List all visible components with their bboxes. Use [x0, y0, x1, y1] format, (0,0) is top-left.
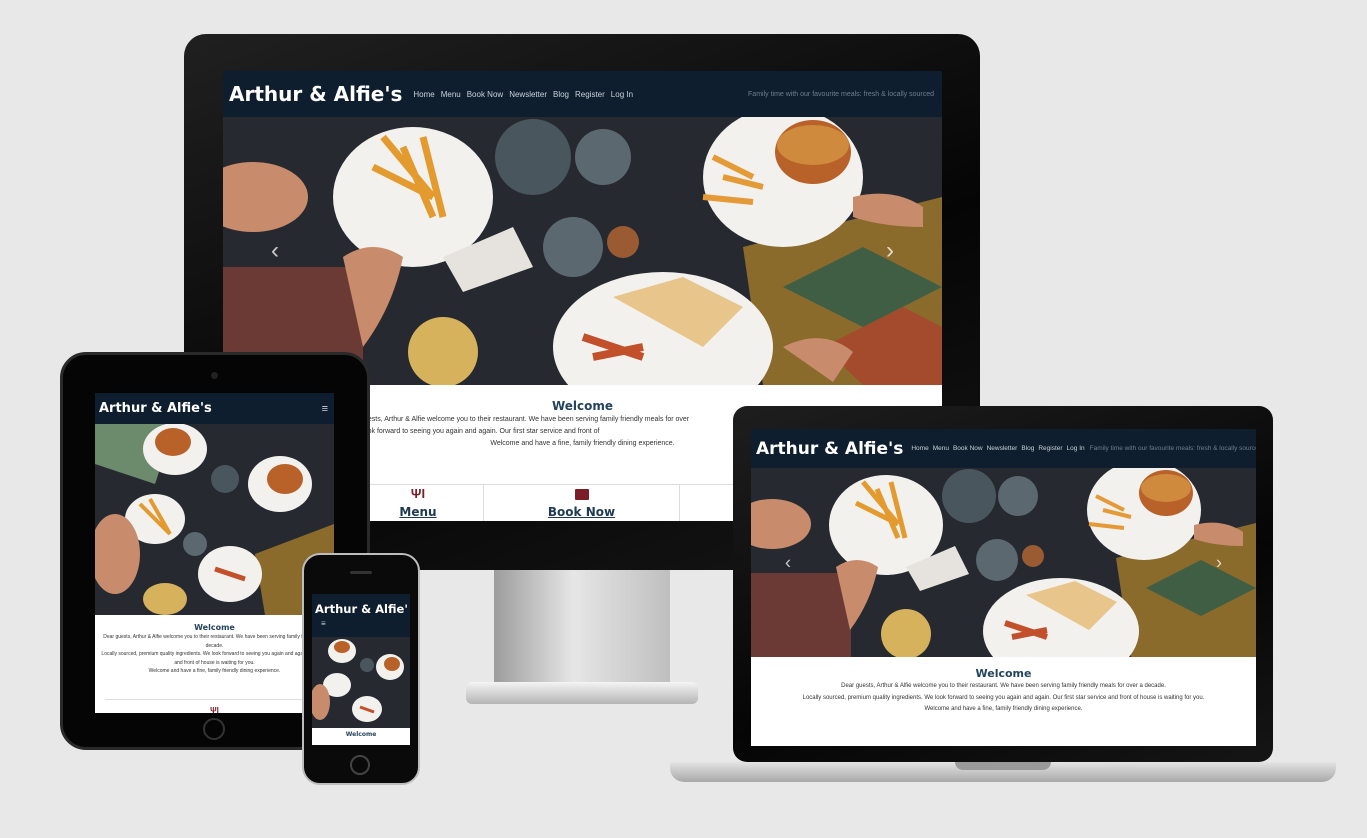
laptop-welcome-heading: Welcome [975, 667, 1032, 680]
laptop-carousel-prev[interactable]: ‹ [785, 552, 791, 573]
tablet-brand-logo[interactable]: Arthur & Alfie's [99, 401, 212, 416]
laptop-nav-menu[interactable]: Menu [933, 445, 949, 452]
card-book-now-link[interactable]: Book Now [484, 505, 679, 519]
tablet-hero [95, 424, 334, 615]
tablet-welcome: Welcome Dear guests, Arthur & Alfie welc… [95, 615, 334, 676]
tablet-screen: Arthur & Alfie's ≡ Welcome Dear guests, … [95, 393, 334, 713]
monitor-stand [494, 570, 670, 700]
navbar: Arthur & Alfie's Home Menu Book Now News… [223, 71, 942, 117]
phone-hero-image [312, 637, 410, 728]
phone-brand-logo[interactable]: Arthur & Alfie' [315, 602, 408, 616]
hamburger-icon[interactable]: ≡ [322, 403, 328, 415]
phone-home-button[interactable] [350, 755, 370, 775]
nav-blog[interactable]: Blog [553, 90, 569, 99]
tablet-text-2: Locally sourced, premium quality ingredi… [101, 651, 328, 657]
utensils-icon: ΨΙ [410, 486, 426, 501]
phone-device: Arthur & Alfie' ≡ Welcome [302, 553, 420, 785]
brand-logo[interactable]: Arthur & Alfie's [229, 82, 402, 106]
nav-log-in[interactable]: Log In [611, 90, 633, 99]
carousel-prev-button[interactable]: ‹ [271, 237, 279, 265]
laptop-hero: ‹ › [751, 468, 1256, 657]
laptop-nav-blog[interactable]: Blog [1021, 445, 1034, 452]
laptop-tagline: Family time with our favourite meals: fr… [1089, 445, 1256, 452]
tablet-hero-image [95, 424, 334, 615]
laptop-nav-home[interactable]: Home [911, 445, 928, 452]
nav-book-now[interactable]: Book Now [467, 90, 503, 99]
laptop-text-2: Locally sourced, premium quality ingredi… [802, 694, 1205, 701]
tablet-text-2b: and front of house is waiting for you. [174, 659, 255, 666]
tablet-text-1b: decade. [205, 642, 224, 649]
hero-carousel: ‹ › [223, 117, 942, 385]
phone-screen: Arthur & Alfie' ≡ Welcome [312, 594, 410, 745]
tablet-text-3: Welcome and have a fine, family friendly… [148, 668, 281, 674]
laptop-nav-register[interactable]: Register [1038, 445, 1062, 452]
nav-menu[interactable]: Menu [441, 90, 461, 99]
tablet-home-button[interactable] [203, 718, 225, 740]
carousel-next-button[interactable]: › [886, 237, 894, 265]
tablet-card[interactable]: ΨΙ [105, 699, 324, 713]
phone-welcome-heading: Welcome [345, 731, 377, 738]
laptop-nav-links: Home Menu Book Now Newsletter Blog Regis… [911, 445, 1084, 452]
laptop-text-1: Dear guests, Arthur & Alfie welcome you … [841, 683, 1166, 689]
card-book-now[interactable]: Book Now [484, 485, 680, 521]
laptop-brand-logo[interactable]: Arthur & Alfie's [756, 439, 903, 459]
laptop-notch [955, 762, 1051, 770]
nav-newsletter[interactable]: Newsletter [509, 90, 547, 99]
tablet-welcome-heading: Welcome [194, 623, 235, 632]
laptop-nav-book-now[interactable]: Book Now [953, 445, 983, 452]
book-icon [574, 489, 589, 500]
laptop-hero-image [751, 468, 1256, 657]
phone-speaker [350, 571, 372, 574]
phone-navbar: Arthur & Alfie' ≡ [312, 594, 410, 637]
hero-image [223, 117, 942, 385]
nav-home[interactable]: Home [413, 90, 434, 99]
monitor-base [466, 682, 698, 704]
phone-welcome: Welcome [312, 728, 410, 739]
laptop-text-3: Welcome and have a fine, family friendly… [924, 706, 1083, 712]
tablet-navbar: Arthur & Alfie's ≡ [95, 393, 334, 424]
tagline: Family time with our favourite meals: fr… [748, 90, 934, 98]
phone-hero [312, 637, 410, 728]
laptop-screen: Arthur & Alfie's Home Menu Book Now News… [751, 429, 1256, 746]
tablet-camera [211, 372, 218, 379]
card-menu[interactable]: ΨΙ Menu [353, 485, 484, 521]
phone-hamburger-icon[interactable]: ≡ [321, 619, 326, 629]
nav-register[interactable]: Register [575, 90, 605, 99]
laptop-nav-log-in[interactable]: Log In [1067, 445, 1085, 452]
laptop-carousel-next[interactable]: › [1216, 552, 1222, 573]
tablet-text-1: Dear guests, Arthur & Alfie welcome you … [103, 634, 326, 640]
nav-links: Home Menu Book Now Newsletter Blog Regis… [413, 90, 633, 99]
card-menu-link[interactable]: Menu [399, 505, 436, 519]
tablet-utensils-icon: ΨΙ [210, 706, 219, 713]
laptop-welcome: Welcome Dear guests, Arthur & Alfie welc… [751, 657, 1256, 716]
laptop-device: Arthur & Alfie's Home Menu Book Now News… [670, 406, 1336, 790]
laptop-nav-newsletter[interactable]: Newsletter [987, 445, 1018, 452]
laptop-navbar: Arthur & Alfie's Home Menu Book Now News… [751, 429, 1256, 468]
